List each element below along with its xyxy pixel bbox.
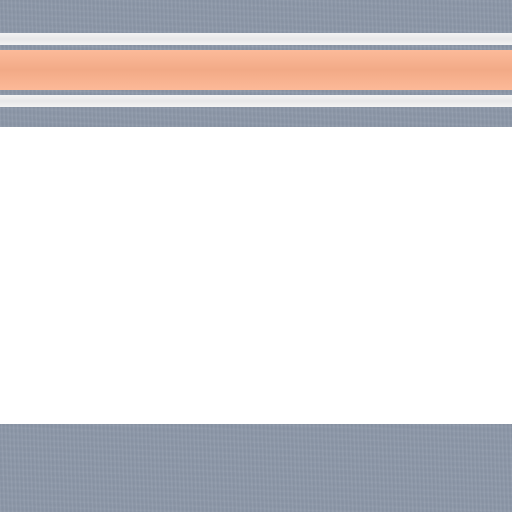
bottom-slate-band (0, 424, 512, 512)
lower-white-stripe (0, 95, 512, 107)
flag-canvas (0, 0, 512, 512)
orange-stripe (0, 50, 512, 90)
upper-white-stripe (0, 33, 512, 45)
top-slate-band (0, 0, 512, 33)
white-field (0, 127, 512, 424)
middle-slate-band (0, 107, 512, 127)
